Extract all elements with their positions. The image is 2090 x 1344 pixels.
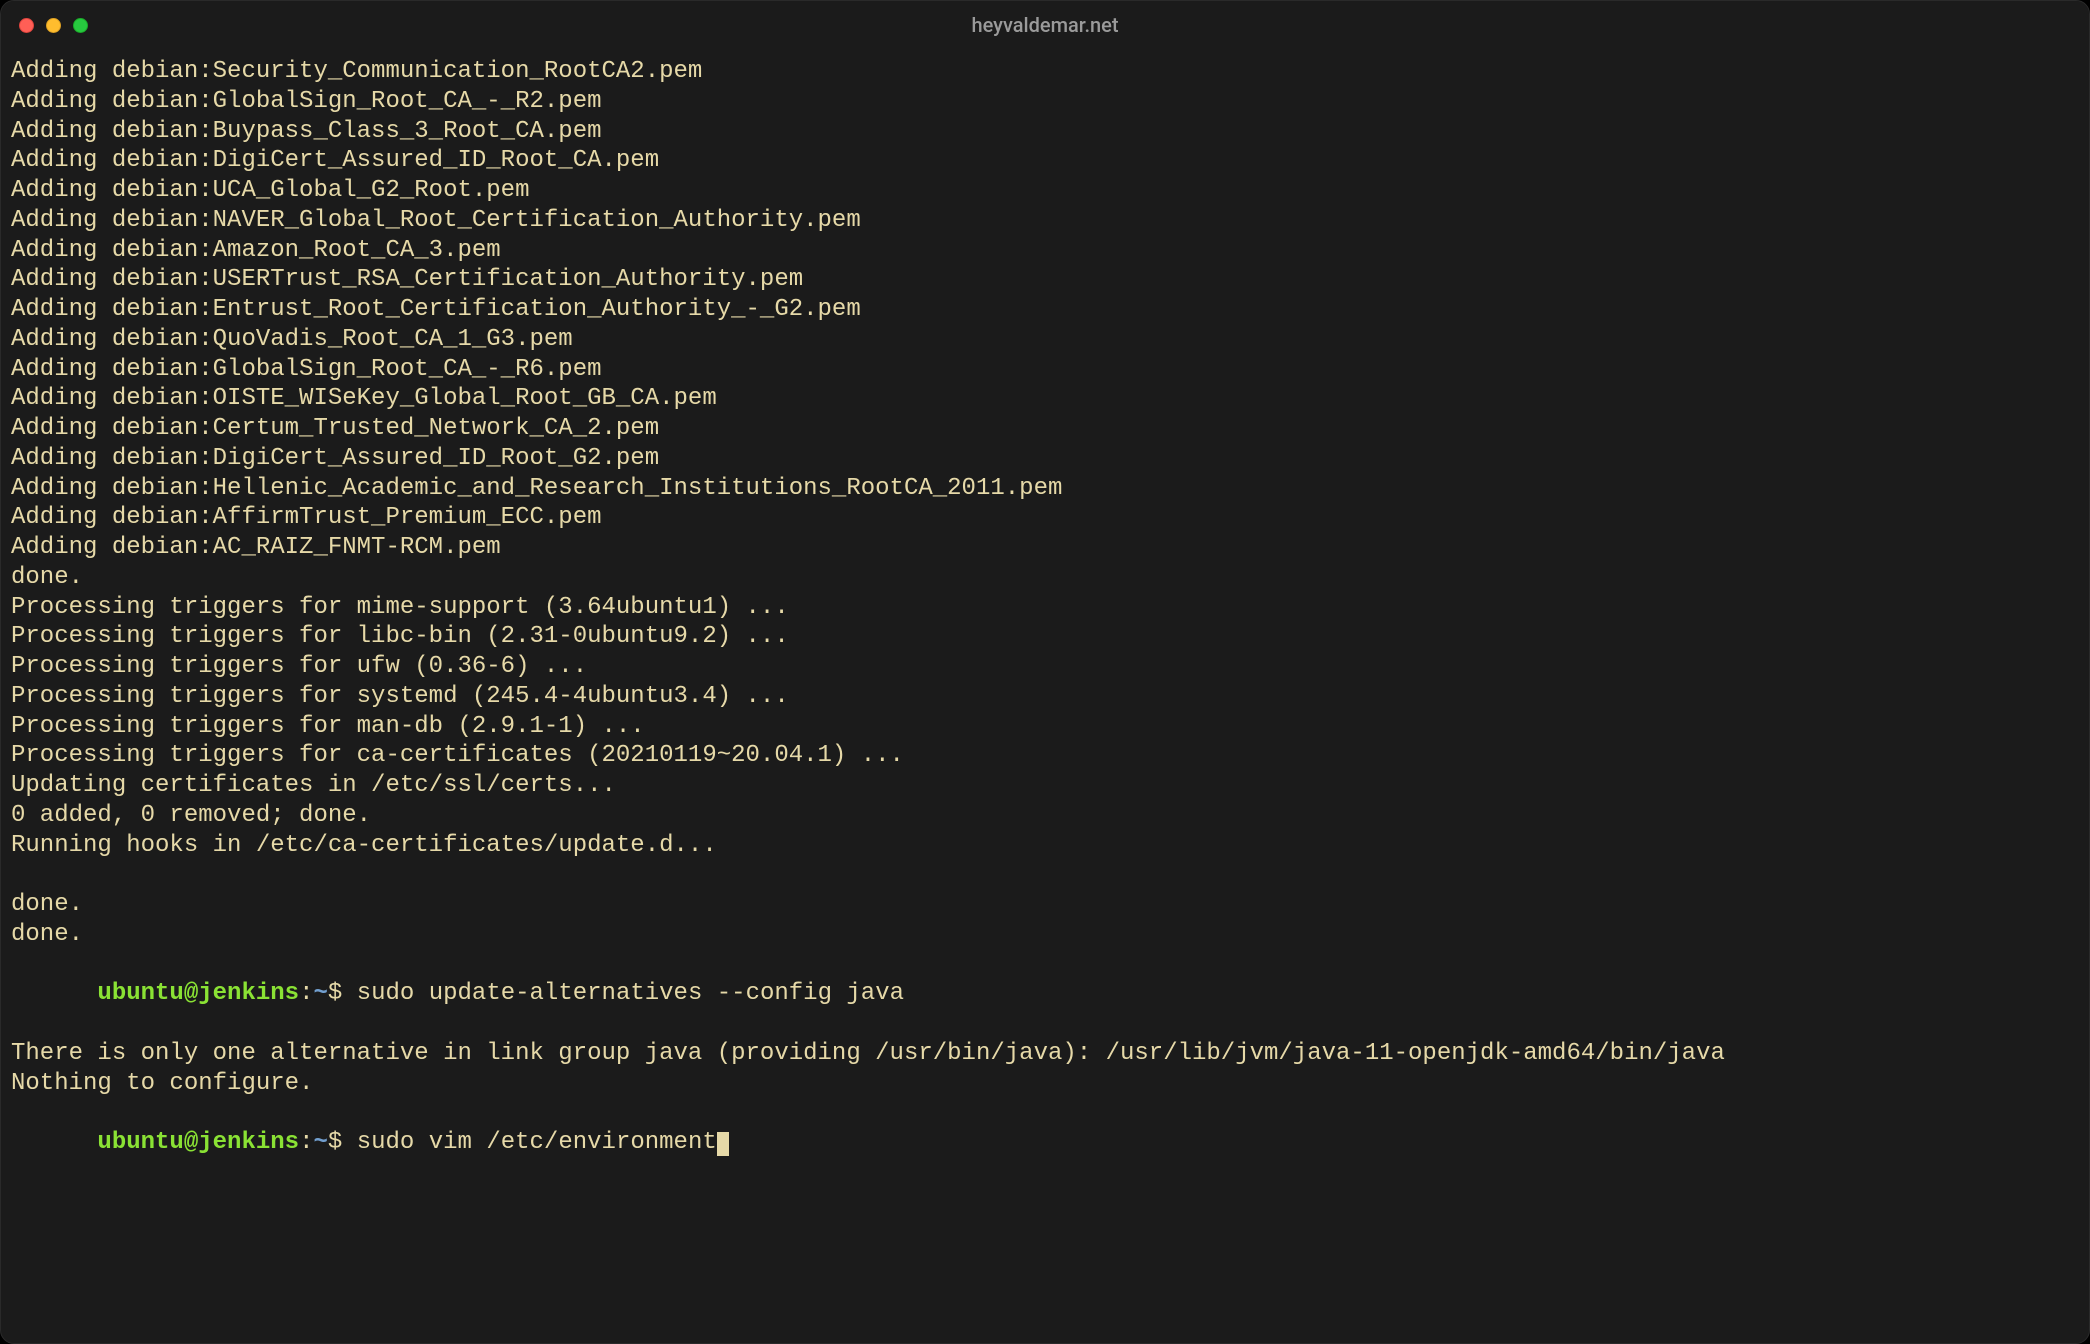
zoom-icon[interactable] <box>73 18 88 33</box>
terminal-output-line: Processing triggers for mime-support (3.… <box>11 593 2079 623</box>
terminal-output-line: Running hooks in /etc/ca-certificates/up… <box>11 831 2079 861</box>
terminal-output-line: Adding debian:NAVER_Global_Root_Certific… <box>11 206 2079 236</box>
terminal-output-line: Adding debian:GlobalSign_Root_CA_-_R6.pe… <box>11 355 2079 385</box>
terminal-window: heyvaldemar.net Adding debian:Security_C… <box>0 0 2090 1344</box>
active-command: sudo vim /etc/environment <box>357 1129 717 1156</box>
active-prompt-line[interactable]: ubuntu@jenkins:~$ sudo vim /etc/environm… <box>11 1098 2079 1187</box>
terminal-output-line: Adding debian:GlobalSign_Root_CA_-_R2.pe… <box>11 87 2079 117</box>
prompt-host: jenkins <box>198 1129 299 1156</box>
terminal-output-line: Adding debian:OISTE_WISeKey_Global_Root_… <box>11 384 2079 414</box>
terminal-output-line: Processing triggers for ufw (0.36-6) ... <box>11 652 2079 682</box>
terminal-output-line: Processing triggers for ca-certificates … <box>11 741 2079 771</box>
terminal-output-line: Adding debian:Hellenic_Academic_and_Rese… <box>11 474 2079 504</box>
terminal-output-line: Updating certificates in /etc/ssl/certs.… <box>11 771 2079 801</box>
traffic-lights <box>19 18 88 33</box>
terminal-output-line: Adding debian:AC_RAIZ_FNMT-RCM.pem <box>11 533 2079 563</box>
terminal-output-line: Processing triggers for libc-bin (2.31-0… <box>11 622 2079 652</box>
prompt-path: ~ <box>313 980 327 1007</box>
prompt-host: jenkins <box>198 980 299 1007</box>
terminal-output-line: Adding debian:Buypass_Class_3_Root_CA.pe… <box>11 117 2079 147</box>
terminal-output-line: There is only one alternative in link gr… <box>11 1039 2079 1069</box>
terminal-output-line: 0 added, 0 removed; done. <box>11 801 2079 831</box>
terminal-output-line: Processing triggers for man-db (2.9.1-1)… <box>11 712 2079 742</box>
close-icon[interactable] <box>19 18 34 33</box>
terminal-output-line: done. <box>11 563 2079 593</box>
titlebar: heyvaldemar.net <box>1 1 2089 49</box>
terminal-output-line <box>11 860 2079 890</box>
prompt-path: ~ <box>313 1129 327 1156</box>
prompt-user: ubuntu <box>97 980 183 1007</box>
prompt-line: ubuntu@jenkins:~$ sudo update-alternativ… <box>11 950 2079 1039</box>
terminal-output-line: Adding debian:QuoVadis_Root_CA_1_G3.pem <box>11 325 2079 355</box>
terminal-output-line: Nothing to configure. <box>11 1069 2079 1099</box>
terminal-output-line: done. <box>11 920 2079 950</box>
terminal-output-line: Processing triggers for systemd (245.4-4… <box>11 682 2079 712</box>
terminal-output-line: Adding debian:DigiCert_Assured_ID_Root_C… <box>11 146 2079 176</box>
terminal-output-line: Adding debian:Security_Communication_Roo… <box>11 57 2079 87</box>
cursor-icon <box>717 1132 729 1156</box>
terminal-output-line: Adding debian:USERTrust_RSA_Certificatio… <box>11 265 2079 295</box>
terminal-body[interactable]: Adding debian:Security_Communication_Roo… <box>1 49 2089 1343</box>
terminal-output-line: Adding debian:Certum_Trusted_Network_CA_… <box>11 414 2079 444</box>
window-title: heyvaldemar.net <box>1 13 2089 37</box>
terminal-output-line: Adding debian:UCA_Global_G2_Root.pem <box>11 176 2079 206</box>
terminal-output-line: Adding debian:Entrust_Root_Certification… <box>11 295 2079 325</box>
terminal-output-line: done. <box>11 890 2079 920</box>
minimize-icon[interactable] <box>46 18 61 33</box>
terminal-output-line: Adding debian:DigiCert_Assured_ID_Root_G… <box>11 444 2079 474</box>
terminal-output-line: Adding debian:Amazon_Root_CA_3.pem <box>11 236 2079 266</box>
prompt-command: sudo update-alternatives --config java <box>357 980 904 1007</box>
prompt-user: ubuntu <box>97 1129 183 1156</box>
terminal-output-line: Adding debian:AffirmTrust_Premium_ECC.pe… <box>11 503 2079 533</box>
